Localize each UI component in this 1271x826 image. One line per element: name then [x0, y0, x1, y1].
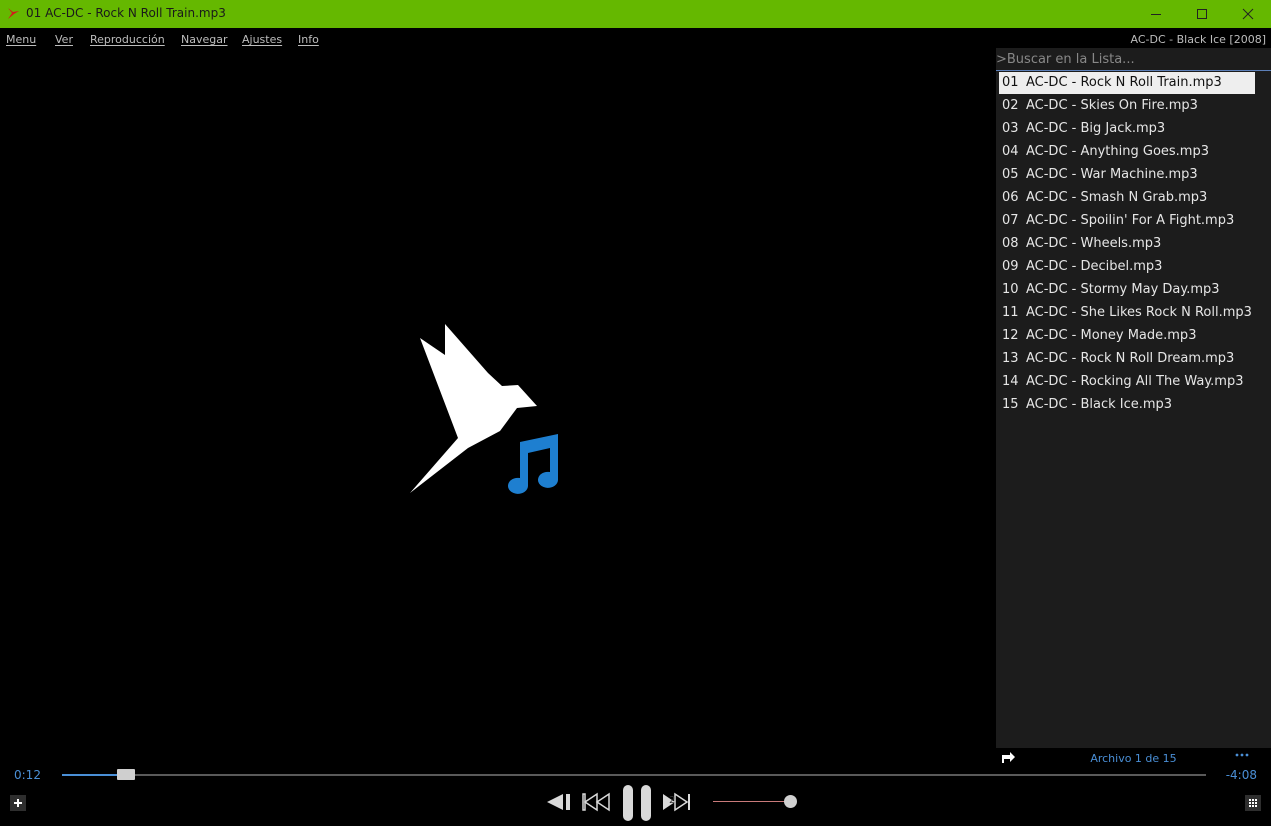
- playlist-track[interactable]: 03 AC-DC - Big Jack.mp3: [996, 118, 1271, 141]
- track-number: 01: [1002, 75, 1019, 90]
- grid-icon: [1249, 799, 1257, 807]
- playlist-track[interactable]: 07 AC-DC - Spoilin' For A Fight.mp3: [996, 210, 1271, 233]
- track-number: 04: [1002, 144, 1019, 159]
- track-number: 13: [1002, 351, 1019, 366]
- playlist-track[interactable]: 13 AC-DC - Rock N Roll Dream.mp3: [996, 348, 1271, 371]
- track-name: AC-DC - War Machine.mp3: [1026, 167, 1198, 182]
- close-button[interactable]: [1225, 0, 1271, 28]
- track-number: 05: [1002, 167, 1019, 182]
- more-options-icon[interactable]: [1235, 752, 1249, 758]
- playlist-track[interactable]: 04 AC-DC - Anything Goes.mp3: [996, 141, 1271, 164]
- track-number: 10: [1002, 282, 1019, 297]
- track-number: 07: [1002, 213, 1019, 228]
- menu-bar: Menu Ver Reproducción Navegar Ajustes In…: [0, 30, 1271, 48]
- album-info: AC-DC - Black Ice [2008]: [1130, 33, 1267, 46]
- menu-item-menu[interactable]: Menu: [6, 33, 36, 46]
- track-name: AC-DC - Black Ice.mp3: [1026, 397, 1173, 412]
- seek-thumb[interactable]: [117, 769, 136, 780]
- track-name: AC-DC - Skies On Fire.mp3: [1026, 98, 1198, 113]
- playlist-panel: 01 AC-DC - Rock N Roll Train.mp3 02 AC-DC -…: [996, 48, 1271, 748]
- track-number: 06: [1002, 190, 1019, 205]
- playlist-track[interactable]: 01 AC-DC - Rock N Roll Train.mp3: [996, 72, 1271, 95]
- track-name: AC-DC - Rocking All The Way.mp3: [1026, 374, 1244, 389]
- next-track-button[interactable]: 2: [661, 791, 693, 817]
- view-options-button[interactable]: [1245, 795, 1261, 811]
- playlist-track[interactable]: 10 AC-DC - Stormy May Day.mp3: [996, 279, 1271, 302]
- track-number: 09: [1002, 259, 1019, 274]
- title-bar[interactable]: 01 AC-DC - Rock N Roll Train.mp3: [0, 0, 1271, 28]
- playlist-track[interactable]: 15 AC-DC - Black Ice.mp3: [996, 394, 1271, 417]
- frame-back-icon: [547, 794, 570, 810]
- track-name: AC-DC - Money Made.mp3: [1026, 328, 1197, 343]
- volume-thumb[interactable]: [783, 795, 797, 808]
- volume-slider[interactable]: [713, 795, 797, 808]
- track-list: 01 AC-DC - Rock N Roll Train.mp3 02 AC-DC -…: [996, 72, 1271, 417]
- track-number: 02: [1002, 98, 1019, 113]
- menu-item-info[interactable]: Info: [298, 33, 319, 46]
- artwork: [400, 318, 585, 507]
- track-name: AC-DC - Rock N Roll Train.mp3: [1026, 75, 1222, 90]
- track-number: 11: [1002, 305, 1019, 320]
- track-name: AC-DC - Big Jack.mp3: [1026, 121, 1166, 136]
- maximize-icon: [1197, 9, 1207, 19]
- search-input[interactable]: [996, 50, 1266, 68]
- track-name: AC-DC - Anything Goes.mp3: [1026, 144, 1209, 159]
- seek-bar[interactable]: [62, 769, 1206, 780]
- window-title: 01 AC-DC - Rock N Roll Train.mp3: [26, 6, 226, 20]
- playlist-track[interactable]: 06 AC-DC - Smash N Grab.mp3: [996, 187, 1271, 210]
- menu-item-navegar[interactable]: Navegar: [181, 33, 228, 46]
- music-note-icon: [508, 434, 558, 494]
- pause-icon: [623, 785, 651, 821]
- previous-track-icon: [582, 792, 610, 812]
- file-counter: Archivo 1 de 15: [1090, 752, 1177, 765]
- menu-item-reproduccion[interactable]: Reproducción: [90, 33, 165, 46]
- menu-item-ajustes[interactable]: Ajustes: [242, 33, 282, 46]
- previous-track-button[interactable]: [581, 791, 613, 817]
- playlist-search[interactable]: [996, 48, 1271, 71]
- playlist-track[interactable]: 05 AC-DC - War Machine.mp3: [996, 164, 1271, 187]
- track-number: 14: [1002, 374, 1019, 389]
- next-track-badge: 2: [669, 795, 676, 806]
- playlist-track[interactable]: 02 AC-DC - Skies On Fire.mp3: [996, 95, 1271, 118]
- track-name: AC-DC - Stormy May Day.mp3: [1026, 282, 1220, 297]
- volume-level: [713, 801, 790, 802]
- track-name: AC-DC - Decibel.mp3: [1026, 259, 1163, 274]
- plus-icon: [14, 799, 22, 807]
- menu-item-ver[interactable]: Ver: [55, 33, 73, 46]
- playlist-track[interactable]: 14 AC-DC - Rocking All The Way.mp3: [996, 371, 1271, 394]
- add-button[interactable]: [10, 795, 26, 811]
- track-number: 08: [1002, 236, 1019, 251]
- minimize-icon: [1151, 14, 1161, 15]
- playlist-track[interactable]: 12 AC-DC - Money Made.mp3: [996, 325, 1271, 348]
- track-number: 12: [1002, 328, 1019, 343]
- next-track-icon: [663, 792, 690, 812]
- close-icon: [1242, 8, 1254, 20]
- track-number: 15: [1002, 397, 1019, 412]
- frame-back-button[interactable]: [545, 791, 575, 817]
- playlist-footer: Archivo 1 de 15: [996, 748, 1271, 770]
- maximize-button[interactable]: [1179, 0, 1225, 28]
- track-name: AC-DC - Spoilin' For A Fight.mp3: [1026, 213, 1235, 228]
- remaining-time: -4:08: [1225, 768, 1257, 782]
- track-name: AC-DC - Wheels.mp3: [1026, 236, 1162, 251]
- minimize-button[interactable]: [1133, 0, 1179, 28]
- pause-button[interactable]: [621, 784, 653, 826]
- playlist-track[interactable]: 08 AC-DC - Wheels.mp3: [996, 233, 1271, 256]
- app-logo-icon: [8, 8, 19, 19]
- playlist-track[interactable]: 09 AC-DC - Decibel.mp3: [996, 256, 1271, 279]
- track-name: AC-DC - Rock N Roll Dream.mp3: [1026, 351, 1235, 366]
- track-name: AC-DC - She Likes Rock N Roll.mp3: [1026, 305, 1252, 320]
- elapsed-time: 0:12: [14, 768, 41, 782]
- track-number: 03: [1002, 121, 1019, 136]
- playlist-track[interactable]: 11 AC-DC - She Likes Rock N Roll.mp3: [996, 302, 1271, 325]
- track-name: AC-DC - Smash N Grab.mp3: [1026, 190, 1208, 205]
